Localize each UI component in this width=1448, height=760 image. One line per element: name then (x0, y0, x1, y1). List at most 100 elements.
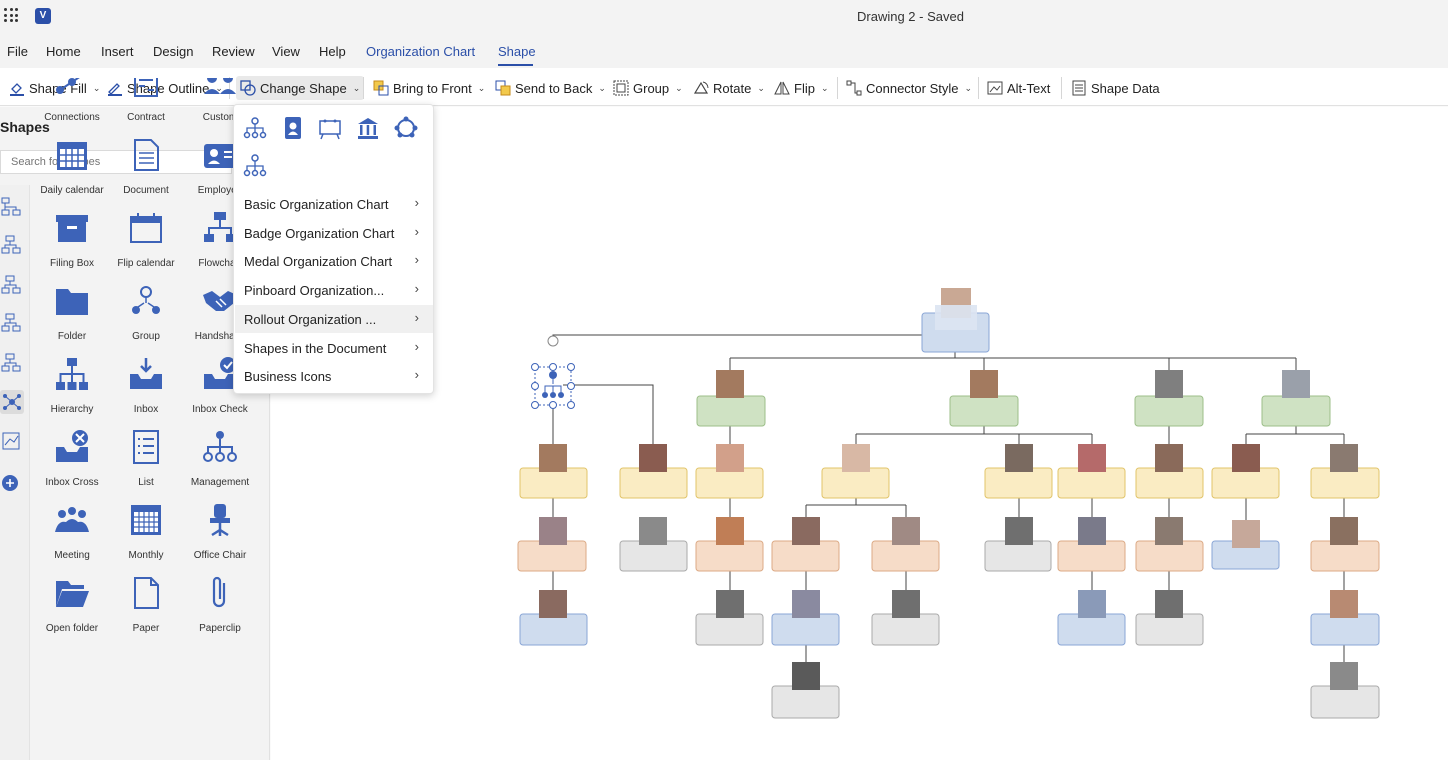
shape-tile-hierarchy[interactable]: Hierarchy (35, 352, 109, 425)
menu-insert[interactable]: Insert (101, 44, 134, 59)
selected-org-node[interactable] (531, 335, 575, 409)
stencil-org-chart-icon[interactable] (0, 233, 24, 257)
org-node[interactable] (1135, 517, 1204, 572)
stencil-org-chart-icon[interactable] (0, 273, 24, 297)
chevron-down-icon: ⌄ (757, 82, 765, 93)
org-node[interactable] (1211, 444, 1280, 499)
menu-help[interactable]: Help (319, 44, 346, 59)
shape-tile-contract[interactable]: Contract (109, 78, 183, 133)
org-node[interactable] (1134, 370, 1204, 427)
pinboard-icon[interactable] (317, 115, 343, 141)
menu-file[interactable]: File (7, 44, 28, 59)
document-title[interactable]: Drawing 2 - Saved (857, 9, 964, 24)
shape-tile-inbox-cross[interactable]: Inbox Cross (35, 425, 109, 498)
shape-tile-monthly[interactable]: Monthly (109, 498, 183, 571)
group-button[interactable]: Group ⌄ (613, 79, 683, 97)
menu-design[interactable]: Design (153, 44, 193, 59)
document-icon (134, 139, 159, 171)
shape-tile-management[interactable]: Management (183, 425, 257, 498)
org-node[interactable] (1310, 444, 1380, 499)
alt-text-button[interactable]: Alt-Text (987, 79, 1050, 97)
drawing-canvas[interactable] (271, 107, 1448, 760)
menu-item-badge-org-chart[interactable]: Badge Organization Chart › (235, 219, 433, 247)
menu-review[interactable]: Review (212, 44, 255, 59)
stencil-org-chart-icon[interactable] (0, 311, 24, 335)
org-node[interactable] (519, 444, 588, 499)
send-to-back-button[interactable]: Send to Back ⌄ (495, 79, 606, 97)
shape-tile-open-folder[interactable]: Open folder (35, 571, 109, 644)
shape-tile-filing-box[interactable]: Filing Box (35, 206, 109, 279)
org-chart-diagram[interactable] (271, 107, 1448, 760)
menu-home[interactable]: Home (46, 44, 81, 59)
shape-tile-flip-calendar[interactable]: Flip calendar (109, 206, 183, 279)
org-node[interactable] (517, 517, 587, 572)
org-node[interactable] (1057, 444, 1126, 499)
menu-item-business-icons[interactable]: Business Icons › (235, 362, 433, 390)
menu-item-shapes-in-document[interactable]: Shapes in the Document › (235, 334, 433, 362)
org-node[interactable] (696, 370, 766, 427)
org-node-root[interactable] (921, 288, 990, 353)
shape-label: Paper (132, 623, 160, 634)
shape-tile-folder[interactable]: Folder (35, 279, 109, 352)
shape-label: Daily calendar (40, 185, 104, 196)
org-node[interactable] (619, 517, 688, 572)
business-hierarchy-icon[interactable] (242, 153, 268, 179)
shape-tile-office-chair[interactable]: Office Chair (183, 498, 257, 571)
org-node[interactable] (695, 517, 764, 572)
org-node[interactable] (984, 444, 1053, 499)
org-node[interactable] (771, 590, 840, 646)
shape-tile-paper[interactable]: Paper (109, 571, 183, 644)
menu-item-rollout-org-chart[interactable]: Rollout Organization ... › (235, 305, 433, 333)
org-node[interactable] (695, 444, 764, 499)
stencil-org-chart-icon[interactable] (0, 351, 24, 375)
stencil-business-icons-icon[interactable] (0, 390, 24, 414)
org-node[interactable] (949, 370, 1019, 427)
shape-tile-group[interactable]: Group (109, 279, 183, 352)
menu-view[interactable]: View (272, 44, 300, 59)
org-node[interactable] (1310, 662, 1380, 719)
menu-item-basic-org-chart[interactable]: Basic Organization Chart › (235, 190, 433, 218)
shape-tile-connections[interactable]: Connections (35, 78, 109, 133)
shape-tile-list[interactable]: List (109, 425, 183, 498)
bring-to-front-button[interactable]: Bring to Front ⌄ (373, 79, 485, 97)
menu-item-medal-org-chart[interactable]: Medal Organization Chart › (235, 247, 433, 275)
org-node[interactable] (1261, 370, 1331, 427)
hierarchy-icon[interactable] (242, 115, 268, 141)
menu-shape[interactable]: Shape (498, 44, 536, 59)
menu-organization-chart[interactable]: Organization Chart (366, 44, 475, 59)
rollout-icon[interactable] (393, 115, 419, 141)
shape-tile-inbox[interactable]: Inbox (109, 352, 183, 425)
rotate-button[interactable]: Rotate ⌄ (693, 79, 765, 97)
org-node[interactable] (619, 444, 688, 499)
shape-data-button[interactable]: Shape Data (1071, 79, 1160, 97)
org-node[interactable] (1310, 590, 1380, 646)
org-node[interactable] (871, 517, 940, 572)
org-node[interactable] (1057, 590, 1126, 646)
org-node[interactable] (1135, 590, 1204, 646)
shape-tile-meeting[interactable]: Meeting (35, 498, 109, 571)
shape-tile-daily-calendar[interactable]: Daily calendar (35, 133, 109, 206)
org-node[interactable] (1211, 520, 1280, 570)
org-node[interactable] (871, 590, 940, 646)
badge-icon[interactable] (280, 115, 306, 141)
app-launcher-icon[interactable] (4, 8, 18, 22)
shape-label: Document (123, 185, 169, 196)
medal-icon[interactable] (355, 115, 381, 141)
shape-tile-document[interactable]: Document (109, 133, 183, 206)
org-node[interactable] (1057, 517, 1126, 572)
org-node[interactable] (771, 662, 840, 719)
org-node[interactable] (821, 444, 890, 499)
add-stencil-icon[interactable] (0, 471, 24, 495)
stencil-org-chart-icon[interactable] (0, 195, 24, 219)
connector-style-button[interactable]: Connector Style ⌄ (846, 79, 972, 97)
org-node[interactable] (771, 517, 840, 572)
flip-button[interactable]: Flip ⌄ (774, 79, 829, 97)
menu-item-pinboard-org-chart[interactable]: Pinboard Organization... › (235, 276, 433, 304)
org-node[interactable] (519, 590, 588, 646)
shape-tile-paperclip[interactable]: Paperclip (183, 571, 257, 644)
org-node[interactable] (984, 517, 1052, 572)
org-node[interactable] (695, 590, 764, 646)
org-node[interactable] (1310, 517, 1380, 572)
org-node[interactable] (1135, 444, 1204, 499)
stencil-chart-icon[interactable] (0, 430, 24, 454)
